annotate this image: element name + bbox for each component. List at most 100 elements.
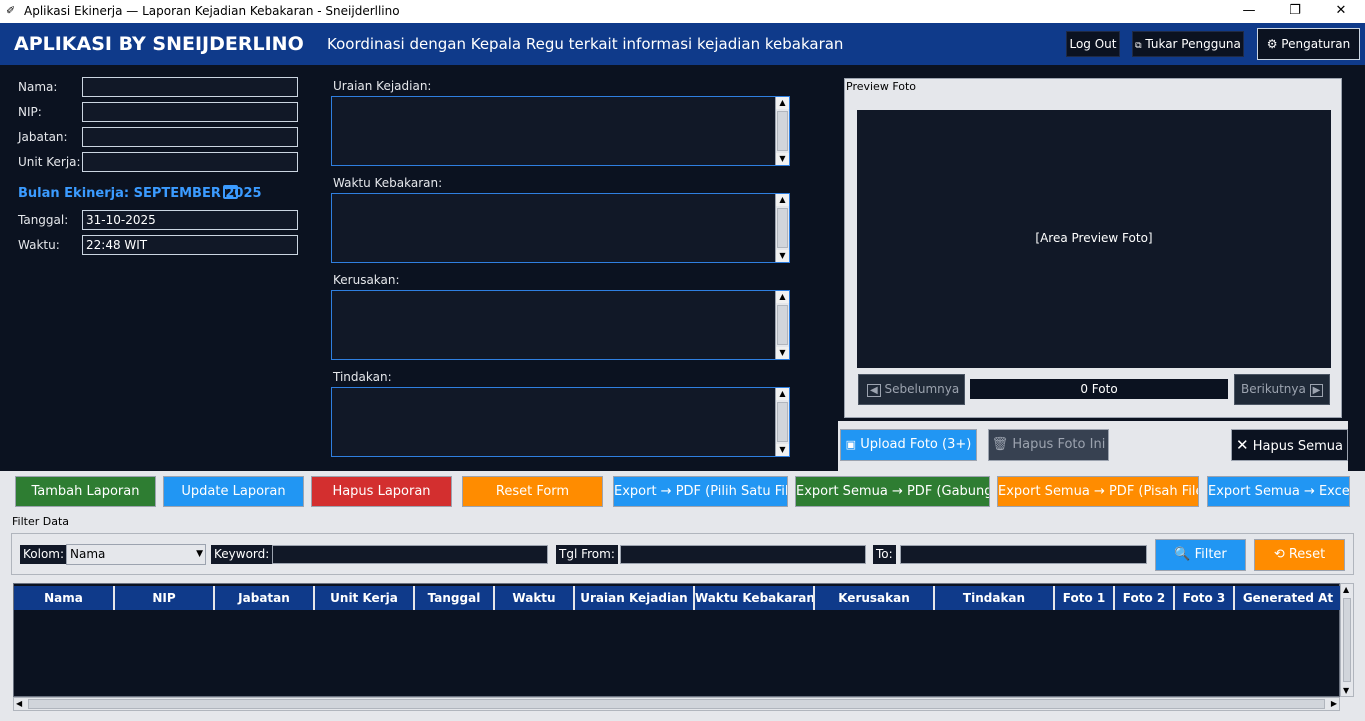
- scroll-up-icon[interactable]: ▲: [776, 194, 789, 206]
- column-header-foto-3[interactable]: Foto 3: [1175, 586, 1235, 610]
- scroll-up-icon[interactable]: ▲: [776, 97, 789, 109]
- column-header-foto-2[interactable]: Foto 2: [1115, 586, 1175, 610]
- header-subtitle: Koordinasi dengan Kepala Regu terkait in…: [327, 35, 844, 53]
- waktu-label: Waktu:: [18, 238, 60, 252]
- column-header-nama[interactable]: Nama: [14, 586, 115, 610]
- table-vertical-scrollbar[interactable]: ▲ ▼: [1340, 583, 1354, 697]
- scroll-up-icon[interactable]: ▲: [776, 388, 789, 400]
- filter-button-label: Filter: [1194, 547, 1227, 562]
- photo-count: 0 Foto: [970, 379, 1228, 399]
- column-select[interactable]: Nama ▼: [66, 544, 206, 565]
- tanggal-label: Tanggal:: [18, 213, 69, 227]
- filter-button[interactable]: 🔍 Filter: [1155, 539, 1246, 571]
- unit-kerja-field[interactable]: [82, 152, 298, 172]
- settings-button[interactable]: ⚙ Pengaturan: [1257, 28, 1360, 60]
- nama-field[interactable]: [82, 77, 298, 97]
- delete-photo-label: Hapus Foto Ini: [1012, 437, 1106, 452]
- close-icon: ✕: [1236, 436, 1249, 454]
- delete-report-button[interactable]: Hapus Laporan: [311, 476, 452, 507]
- column-header-generated-at[interactable]: Generated At: [1235, 586, 1341, 610]
- delete-all-button[interactable]: ✕ Hapus Semua: [1231, 429, 1348, 461]
- nip-field[interactable]: [82, 102, 298, 122]
- upload-photo-button[interactable]: ▣ Upload Foto (3+): [840, 429, 977, 461]
- column-header-tanggal[interactable]: Tanggal: [415, 586, 495, 610]
- restore-icon[interactable]: ❐: [1272, 0, 1318, 23]
- logout-button[interactable]: Log Out: [1066, 31, 1120, 57]
- uraian-label: Uraian Kejadian:: [333, 79, 432, 93]
- settings-label: Pengaturan: [1281, 37, 1351, 51]
- tindakan-scrollbar[interactable]: ▲ ▼: [775, 388, 789, 456]
- prev-photo-label: Sebelumnya: [884, 382, 960, 396]
- column-header-foto-1[interactable]: Foto 1: [1055, 586, 1115, 610]
- scroll-thumb[interactable]: [1343, 598, 1351, 682]
- minimize-icon[interactable]: —: [1226, 0, 1272, 23]
- jabatan-field[interactable]: [82, 127, 298, 147]
- tindakan-textarea[interactable]: ▲ ▼: [331, 387, 790, 457]
- keyword-label: Keyword:: [211, 545, 273, 564]
- column-header-nip[interactable]: NIP: [115, 586, 215, 610]
- kerusakan-textarea[interactable]: ▲ ▼: [331, 290, 790, 360]
- calendar-icon[interactable]: [223, 185, 238, 199]
- scroll-left-icon[interactable]: ◀: [16, 699, 22, 708]
- export-all-pdf-split-button[interactable]: Export Semua → PDF (Pisah File): [997, 476, 1199, 507]
- scroll-down-icon[interactable]: ▼: [1343, 686, 1349, 695]
- prev-photo-button[interactable]: ◀ Sebelumnya: [858, 374, 965, 405]
- report-table[interactable]: Nama NIP Jabatan Unit Kerja Tanggal Wakt…: [13, 583, 1341, 697]
- kerusakan-scrollbar[interactable]: ▲ ▼: [775, 291, 789, 359]
- waktu-kebakaran-textarea[interactable]: ▲ ▼: [331, 193, 790, 263]
- chevron-left-icon: ◀: [867, 384, 881, 397]
- scroll-down-icon[interactable]: ▼: [776, 347, 789, 359]
- scroll-thumb[interactable]: [28, 699, 1325, 709]
- scroll-down-icon[interactable]: ▼: [776, 153, 789, 165]
- chevron-right-icon: ▶: [1309, 384, 1324, 397]
- gear-icon: ⚙: [1266, 37, 1278, 51]
- preview-frame: Preview Foto [Area Preview Foto] ◀ Sebel…: [844, 78, 1342, 418]
- keyword-input[interactable]: [272, 545, 548, 564]
- column-header-kerusakan[interactable]: Kerusakan: [815, 586, 935, 610]
- refresh-icon: ⟲: [1273, 547, 1285, 562]
- tindakan-label: Tindakan:: [333, 370, 392, 384]
- date-to-label: To:: [873, 545, 896, 564]
- waktu-kebakaran-label: Waktu Kebakaran:: [333, 176, 443, 190]
- reset-filter-button[interactable]: ⟲ Reset: [1254, 539, 1345, 571]
- next-photo-button[interactable]: Berikutnya ▶: [1234, 374, 1330, 405]
- tanggal-field[interactable]: 31-10-2025: [82, 210, 298, 230]
- brand-title: APLIKASI BY SNEIJDERLINO: [14, 33, 304, 55]
- uraian-textarea[interactable]: ▲ ▼: [331, 96, 790, 166]
- date-from-input[interactable]: [620, 545, 866, 564]
- preview-frame-label: Preview Foto: [846, 80, 917, 93]
- waktu-kebakaran-scrollbar[interactable]: ▲ ▼: [775, 194, 789, 262]
- export-all-excel-button[interactable]: Export Semua → Excel: [1207, 476, 1350, 507]
- scroll-right-icon[interactable]: ▶: [1331, 699, 1337, 708]
- column-select-value: Nama: [70, 547, 106, 561]
- column-header-tindakan[interactable]: Tindakan: [935, 586, 1055, 610]
- switch-user-icon: ⧉: [1135, 41, 1142, 51]
- table-horizontal-scrollbar[interactable]: ◀ ▶: [13, 697, 1340, 711]
- column-header-waktu[interactable]: Waktu: [495, 586, 575, 610]
- close-icon[interactable]: ✕: [1318, 0, 1364, 23]
- chevron-down-icon: ▼: [196, 549, 203, 559]
- waktu-field[interactable]: 22:48 WIT: [82, 235, 298, 255]
- window-title: Aplikasi Ekinerja — Laporan Kejadian Keb…: [24, 4, 400, 18]
- update-report-button[interactable]: Update Laporan: [163, 476, 304, 507]
- export-pdf-one-button[interactable]: Export → PDF (Pilih Satu File: [613, 476, 788, 507]
- add-report-button[interactable]: Tambah Laporan: [15, 476, 156, 507]
- column-header-jabatan[interactable]: Jabatan: [215, 586, 315, 610]
- scroll-down-icon[interactable]: ▼: [776, 250, 789, 262]
- app-header: APLIKASI BY SNEIJDERLINO Koordinasi deng…: [0, 23, 1365, 65]
- search-icon: 🔍: [1174, 547, 1191, 562]
- switch-user-button[interactable]: ⧉ Tukar Pengguna: [1132, 31, 1244, 57]
- uraian-scrollbar[interactable]: ▲ ▼: [775, 97, 789, 165]
- scroll-up-icon[interactable]: ▲: [776, 291, 789, 303]
- date-to-input[interactable]: [900, 545, 1147, 564]
- scroll-up-icon[interactable]: ▲: [1343, 585, 1349, 594]
- export-all-pdf-merge-button[interactable]: Export Semua → PDF (Gabung): [795, 476, 990, 507]
- column-header-waktu-kebakaran[interactable]: Waktu Kebakaran: [695, 586, 815, 610]
- column-header-uraian[interactable]: Uraian Kejadian: [575, 586, 695, 610]
- column-header-unit-kerja[interactable]: Unit Kerja: [315, 586, 415, 610]
- reset-form-button[interactable]: Reset Form: [462, 476, 603, 507]
- preview-placeholder: [Area Preview Foto]: [1035, 231, 1153, 245]
- upload-photo-label: Upload Foto (3+): [860, 437, 972, 452]
- delete-photo-button[interactable]: 🗑 Hapus Foto Ini: [988, 429, 1109, 461]
- scroll-down-icon[interactable]: ▼: [776, 444, 789, 456]
